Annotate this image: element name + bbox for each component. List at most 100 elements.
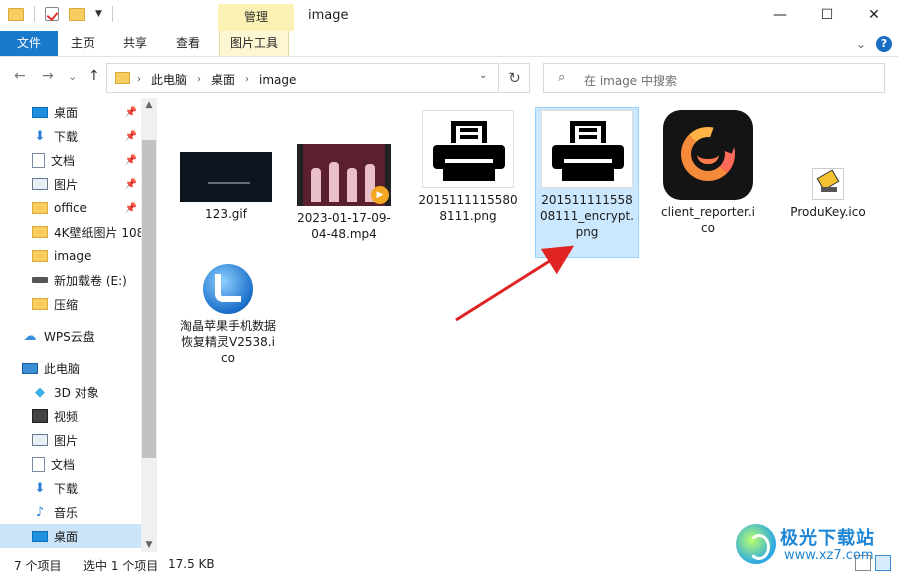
file-name: 淘晶苹果手机数据恢复精灵V2538.ico <box>179 319 276 365</box>
address-bar[interactable]: › 此电脑 › 桌面 › image ⌄ <box>106 63 499 93</box>
watermark-title: 极光下载站 <box>780 528 875 549</box>
file-view: 123.gif ▶ 2023-01-17-09-04-48.mp4 201511… <box>160 98 898 552</box>
pin-icon: 📌 <box>124 130 137 142</box>
sidebar-item-label: 下载 <box>54 481 79 496</box>
file-name: 2023-01-17-09-04-48.mp4 <box>297 211 391 241</box>
back-button[interactable]: ← <box>14 68 26 84</box>
sidebar-item[interactable]: ☁ WPS云盘 <box>0 324 141 348</box>
item-count: 7 个项目 <box>14 559 62 573</box>
quick-access-toolbar: ▼ <box>8 6 113 22</box>
expand-ribbon-icon[interactable]: ⌄ <box>856 37 866 51</box>
sidebar-item[interactable]: 视频 <box>0 404 141 428</box>
sidebar-item-label: 桌面 <box>54 105 79 120</box>
chevron-right-icon[interactable]: › <box>137 74 141 85</box>
tab-picture-tools[interactable]: 图片工具 <box>219 31 290 56</box>
separator <box>34 6 35 22</box>
tab-view[interactable]: 查看 <box>166 31 210 56</box>
sidebar-item-label: 新加载卷 (E:) <box>54 273 127 288</box>
sidebar-item[interactable]: 桌面 <box>0 524 141 548</box>
sidebar-item[interactable]: 桌面 📌 <box>0 100 141 124</box>
scroll-up-arrow[interactable]: ▲ <box>141 100 157 110</box>
sidebar-item[interactable]: ⬇ 下载 📌 <box>0 124 141 148</box>
forward-button[interactable]: → <box>42 68 54 84</box>
sidebar-item[interactable]: ⬇ 下载 <box>0 476 141 500</box>
folder-icon <box>32 298 48 310</box>
sidebar-item[interactable]: 文档 📌 <box>0 148 141 172</box>
sidebar-item[interactable]: 压缩 <box>0 292 141 316</box>
breadcrumb-image[interactable]: image <box>259 73 296 87</box>
sidebar-item[interactable]: 此电脑 <box>0 356 141 380</box>
address-dropdown-icon[interactable]: ⌄ <box>479 70 487 81</box>
properties-icon[interactable] <box>45 7 59 21</box>
chevron-right-icon[interactable]: › <box>197 74 201 85</box>
refresh-button[interactable]: ↻ <box>500 63 530 93</box>
breadcrumb-desktop[interactable]: 桌面 <box>211 71 235 88</box>
desktop-icon <box>32 106 48 118</box>
tab-share[interactable]: 共享 <box>113 31 157 56</box>
sidebar-item[interactable]: 新加载卷 (E:) <box>0 268 141 292</box>
sidebar-item[interactable]: 图片 📌 <box>0 172 141 196</box>
folder-icon <box>32 202 48 214</box>
window-title: image <box>308 8 349 23</box>
file-name: client_reporter.ico <box>661 205 755 235</box>
pin-icon: 📌 <box>124 154 137 166</box>
sidebar-item[interactable]: 4K壁纸图片 108 <box>0 220 141 244</box>
file-name: ProduKey.ico <box>790 205 866 219</box>
selection-size: 17.5 KB <box>168 557 215 571</box>
file-tile[interactable]: ProduKey.ico <box>776 168 880 220</box>
customize-quick-access-icon[interactable]: ▼ <box>95 9 102 19</box>
tab-file[interactable]: 文件 <box>0 31 58 56</box>
search-input[interactable]: ⌕ 在 image 中搜索 <box>543 63 885 93</box>
drive-icon <box>32 277 48 283</box>
sidebar-item[interactable]: image <box>0 244 141 268</box>
sidebar-item-label: 文档 <box>51 153 76 168</box>
document-icon <box>32 456 45 472</box>
video-thumbnail: ▶ <box>297 144 391 206</box>
printer-thumbnail <box>422 110 514 188</box>
sidebar-item[interactable]: ◆ 3D 对象 <box>0 380 141 404</box>
sidebar-item-label: WPS云盘 <box>44 329 95 344</box>
sidebar-scrollbar-thumb[interactable] <box>142 140 156 458</box>
sidebar-item-label: 视频 <box>54 409 79 424</box>
sidebar-item-label: 音乐 <box>54 505 79 520</box>
download-icon: ⬇ <box>34 480 46 496</box>
sidebar-item-label: 此电脑 <box>44 361 81 376</box>
file-tile[interactable]: 淘晶苹果手机数据恢复精灵V2538.ico <box>176 264 280 366</box>
up-button[interactable]: ↑ <box>88 68 100 84</box>
ribbon-tabs: 文件 主页 共享 查看 图片工具 ⌄ ? <box>0 31 898 57</box>
sidebar-item-label: 文档 <box>51 457 76 472</box>
file-tile[interactable]: ▶ 2023-01-17-09-04-48.mp4 <box>292 144 396 242</box>
pin-icon: 📌 <box>124 106 137 118</box>
search-icon: ⌕ <box>558 70 566 85</box>
scroll-down-arrow[interactable]: ▼ <box>141 540 157 550</box>
minimize-button[interactable]: — <box>757 0 803 30</box>
file-tile[interactable]: client_reporter.ico <box>656 110 760 236</box>
desktop-icon <box>32 530 48 542</box>
sidebar-item[interactable]: ♪ 音乐 <box>0 500 141 524</box>
music-icon: ♪ <box>35 504 45 520</box>
file-tile-selected[interactable]: 20151111155808111_encrypt.png <box>535 107 639 258</box>
breadcrumb-this-pc[interactable]: 此电脑 <box>151 71 187 88</box>
chevron-right-icon[interactable]: › <box>245 74 249 85</box>
sidebar-item[interactable]: office 📌 <box>0 196 141 220</box>
tab-home[interactable]: 主页 <box>61 31 105 56</box>
recent-locations-button[interactable]: ⌄ <box>68 70 77 83</box>
sidebar-item-label: 3D 对象 <box>54 385 99 400</box>
breadcrumb: › 此电脑 › 桌面 › image <box>137 71 296 88</box>
close-button[interactable]: ✕ <box>851 0 897 30</box>
file-name: 123.gif <box>205 207 247 221</box>
file-tile[interactable]: 20151111155808111.png <box>416 110 520 224</box>
folder-icon <box>32 226 48 238</box>
watermark: 极光下载站 www.xz7.com <box>736 520 894 570</box>
sidebar-item[interactable]: 图片 <box>0 428 141 452</box>
new-folder-icon[interactable] <box>69 7 85 21</box>
sidebar-item-label: image <box>54 249 92 263</box>
watermark-url: www.xz7.com <box>784 548 874 563</box>
sidebar-item-label: 4K壁纸图片 108 <box>54 225 141 240</box>
maximize-button[interactable]: ☐ <box>804 0 850 30</box>
file-tile[interactable]: 123.gif <box>174 152 278 222</box>
file-name: 20151111155808111.png <box>418 193 518 223</box>
tab-manage[interactable]: 管理 <box>218 4 294 31</box>
sidebar-item[interactable]: 文档 <box>0 452 141 476</box>
help-icon[interactable]: ? <box>876 36 892 52</box>
